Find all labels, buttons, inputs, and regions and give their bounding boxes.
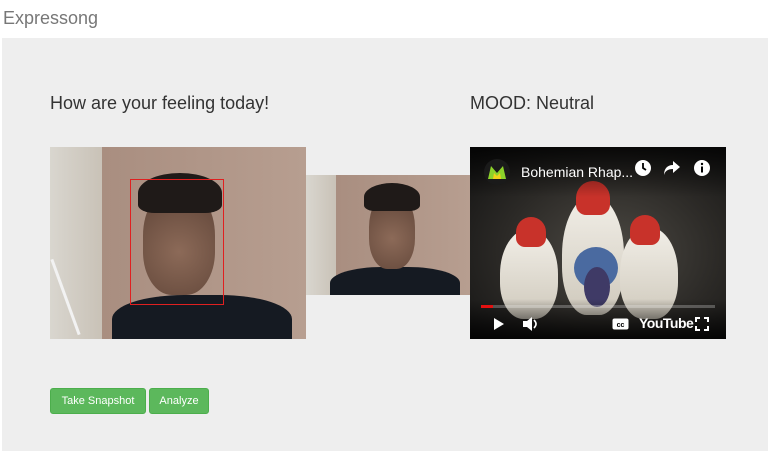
youtube-logo[interactable]: YouTube bbox=[639, 315, 694, 331]
question-heading: How are your feeling today! bbox=[50, 93, 270, 113]
info-icon[interactable] bbox=[692, 158, 712, 178]
webcam-feed bbox=[50, 147, 306, 339]
play-icon[interactable] bbox=[490, 314, 508, 334]
face-detection-box bbox=[130, 179, 224, 305]
progress-fill bbox=[481, 305, 493, 308]
brand-title[interactable]: Expressong bbox=[3, 8, 98, 29]
watch-later-icon[interactable] bbox=[633, 158, 653, 178]
take-snapshot-button[interactable]: Take Snapshot bbox=[50, 388, 146, 414]
captions-icon[interactable]: cc bbox=[611, 314, 629, 334]
video-player[interactable]: Bohemian Rhap... cc YouTube bbox=[470, 147, 726, 339]
svg-text:cc: cc bbox=[616, 322, 624, 329]
fullscreen-icon[interactable] bbox=[694, 314, 710, 334]
volume-icon[interactable] bbox=[521, 314, 541, 334]
video-title[interactable]: Bohemian Rhap... bbox=[521, 164, 633, 180]
snapshot-image bbox=[306, 175, 470, 295]
channel-logo-icon[interactable] bbox=[484, 159, 510, 185]
share-icon[interactable] bbox=[662, 158, 682, 178]
progress-bar[interactable] bbox=[481, 305, 715, 308]
analyze-button[interactable]: Analyze bbox=[149, 388, 209, 414]
mood-heading: MOOD: Neutral bbox=[470, 93, 595, 113]
